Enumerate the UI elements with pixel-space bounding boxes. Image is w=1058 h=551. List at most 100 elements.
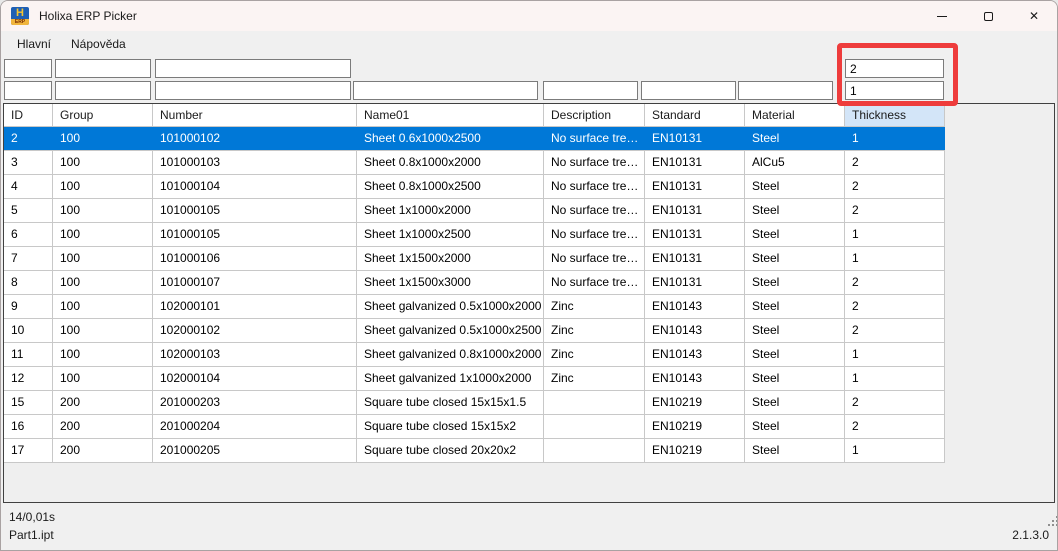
filter-input-material-row2[interactable] [738, 81, 833, 100]
cell-group: 200 [53, 391, 153, 414]
filter-input-description-row2[interactable] [543, 81, 638, 100]
cell-group: 100 [53, 151, 153, 174]
cell-thickness: 1 [845, 247, 945, 270]
window-controls: ✕ [919, 1, 1057, 31]
cell-description: Zinc [544, 319, 645, 342]
table-row[interactable]: 12100102000104Sheet galvanized 1x1000x20… [4, 367, 945, 391]
minimize-icon [937, 16, 947, 17]
cell-description [544, 391, 645, 414]
column-header-number[interactable]: Number [153, 104, 357, 126]
cell-standard: EN10131 [645, 199, 745, 222]
close-button[interactable]: ✕ [1011, 1, 1057, 31]
filter-input-id-row1[interactable] [4, 59, 52, 78]
cell-group: 100 [53, 175, 153, 198]
cell-id: 11 [4, 343, 53, 366]
cell-id: 2 [4, 127, 53, 150]
table-row[interactable]: 11100102000103Sheet galvanized 0.8x1000x… [4, 343, 945, 367]
table-row[interactable]: 4100101000104Sheet 0.8x1000x2500No surfa… [4, 175, 945, 199]
cell-id: 9 [4, 295, 53, 318]
cell-description: No surface treat... [544, 271, 645, 294]
app-icon: H ERP [11, 7, 29, 25]
app-window: H ERP Holixa ERP Picker ✕ Hlavní Nápověd… [0, 0, 1058, 551]
cell-number: 101000107 [153, 271, 357, 294]
cell-number: 101000103 [153, 151, 357, 174]
maximize-button[interactable] [965, 1, 1011, 31]
cell-material: Steel [745, 319, 845, 342]
column-header-group[interactable]: Group [53, 104, 153, 126]
column-header-standard[interactable]: Standard [645, 104, 745, 126]
filter-input-number-row1[interactable] [155, 59, 351, 78]
cell-number: 102000101 [153, 295, 357, 318]
cell-material: Steel [745, 127, 845, 150]
cell-id: 17 [4, 439, 53, 462]
status-filename: Part1.ipt [9, 526, 1049, 544]
table-row[interactable]: 7100101000106Sheet 1x1500x2000No surface… [4, 247, 945, 271]
column-header-thickness[interactable]: Thickness [845, 104, 945, 126]
cell-name01: Sheet 1x1500x3000 [357, 271, 544, 294]
table-row[interactable]: 2100101000102Sheet 0.6x1000x2500No surfa… [4, 127, 945, 151]
table-row[interactable]: 17200201000205Square tube closed 20x20x2… [4, 439, 945, 463]
filter-input-thickness-row2[interactable] [845, 81, 944, 100]
menu-item-napoveda[interactable]: Nápověda [61, 33, 136, 55]
cell-thickness: 1 [845, 367, 945, 390]
filter-input-standard-row2[interactable] [641, 81, 736, 100]
status-version: 2.1.3.0 [1012, 528, 1049, 542]
cell-thickness: 2 [845, 271, 945, 294]
cell-group: 100 [53, 199, 153, 222]
cell-material: AlCu5 [745, 151, 845, 174]
filter-input-id-row2[interactable] [4, 81, 52, 100]
column-header-description[interactable]: Description [544, 104, 645, 126]
cell-number: 201000205 [153, 439, 357, 462]
table-row[interactable]: 16200201000204Square tube closed 15x15x2… [4, 415, 945, 439]
menu-item-hlavni[interactable]: Hlavní [7, 33, 61, 55]
filter-input-group-row1[interactable] [55, 59, 151, 78]
menubar: Hlavní Nápověda [1, 31, 1057, 56]
column-header-material[interactable]: Material [745, 104, 845, 126]
filter-input-thickness-row1[interactable] [845, 59, 944, 78]
cell-material: Steel [745, 415, 845, 438]
column-header-id[interactable]: ID [4, 104, 53, 126]
cell-material: Steel [745, 247, 845, 270]
cell-group: 100 [53, 271, 153, 294]
cell-thickness: 1 [845, 127, 945, 150]
close-icon: ✕ [1029, 10, 1039, 22]
window-title: Holixa ERP Picker [39, 9, 137, 23]
cell-name01: Sheet 1x1500x2000 [357, 247, 544, 270]
cell-description: Zinc [544, 295, 645, 318]
table-row[interactable]: 3100101000103Sheet 0.8x1000x2000No surfa… [4, 151, 945, 175]
table-row[interactable]: 9100102000101Sheet galvanized 0.5x1000x2… [4, 295, 945, 319]
filter-area [1, 56, 1057, 103]
cell-name01: Square tube closed 15x15x2 [357, 415, 544, 438]
column-header-name01[interactable]: Name01 [357, 104, 544, 126]
cell-thickness: 1 [845, 439, 945, 462]
table-row[interactable]: 6100101000105Sheet 1x1000x2500No surface… [4, 223, 945, 247]
filter-input-number-row2[interactable] [155, 81, 351, 100]
status-count-time: 14/0,01s [9, 508, 1049, 526]
cell-description: No surface treat... [544, 223, 645, 246]
cell-description: Zinc [544, 343, 645, 366]
cell-id: 16 [4, 415, 53, 438]
minimize-button[interactable] [919, 1, 965, 31]
resize-grip-icon[interactable] [1048, 516, 1050, 518]
cell-id: 7 [4, 247, 53, 270]
table-row[interactable]: 5100101000105Sheet 1x1000x2000No surface… [4, 199, 945, 223]
table-row[interactable]: 15200201000203Square tube closed 15x15x1… [4, 391, 945, 415]
filter-input-name01-row2[interactable] [353, 81, 538, 100]
cell-name01: Sheet galvanized 0.5x1000x2000 [357, 295, 544, 318]
cell-standard: EN10219 [645, 415, 745, 438]
maximize-icon [984, 12, 993, 21]
cell-group: 100 [53, 295, 153, 318]
cell-material: Steel [745, 439, 845, 462]
cell-number: 201000203 [153, 391, 357, 414]
cell-id: 4 [4, 175, 53, 198]
cell-standard: EN10131 [645, 223, 745, 246]
cell-description: No surface treat... [544, 247, 645, 270]
cell-thickness: 1 [845, 343, 945, 366]
titlebar: H ERP Holixa ERP Picker ✕ [1, 1, 1057, 31]
cell-group: 200 [53, 439, 153, 462]
cell-material: Steel [745, 223, 845, 246]
table-row[interactable]: 10100102000102Sheet galvanized 0.5x1000x… [4, 319, 945, 343]
table-row[interactable]: 8100101000107Sheet 1x1500x3000No surface… [4, 271, 945, 295]
statusbar: 14/0,01s Part1.ipt 2.1.3.0 [1, 503, 1057, 550]
filter-input-group-row2[interactable] [55, 81, 151, 100]
